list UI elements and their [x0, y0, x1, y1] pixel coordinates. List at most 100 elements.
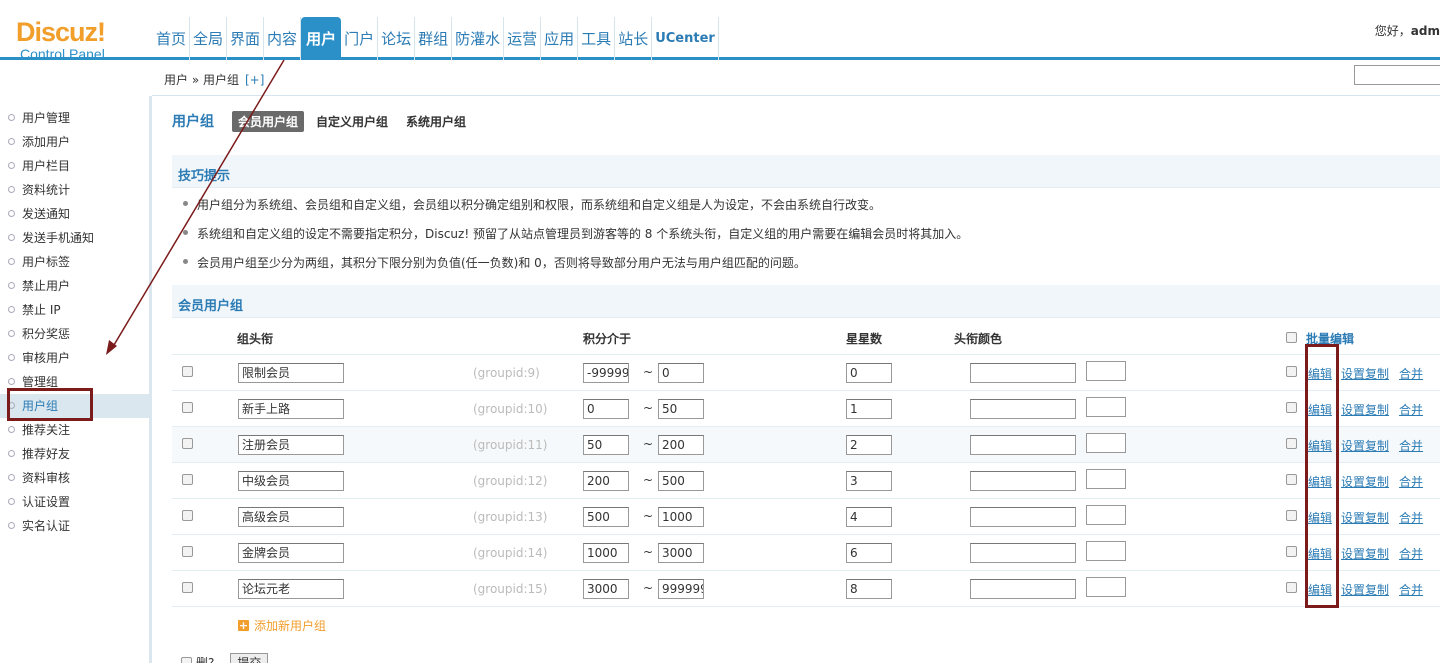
- sidebar-item-8[interactable]: 禁止 IP: [0, 298, 149, 322]
- edit-link[interactable]: 编辑: [1308, 365, 1332, 382]
- stars-input[interactable]: 8: [846, 579, 892, 599]
- group-title-input[interactable]: 中级会员: [238, 471, 344, 491]
- merge-link[interactable]: 合并: [1399, 401, 1423, 418]
- row-delete-checkbox[interactable]: [182, 546, 193, 557]
- credits-min-input[interactable]: 3000: [583, 579, 629, 599]
- merge-link[interactable]: 合并: [1399, 473, 1423, 490]
- title-color-input[interactable]: [970, 363, 1076, 383]
- copy-settings-link[interactable]: 设置复制: [1341, 581, 1389, 598]
- delete-all-checkbox[interactable]: [181, 656, 192, 663]
- nav-item-12[interactable]: 站长: [615, 17, 653, 60]
- sidebar-item-1[interactable]: 添加用户: [0, 130, 149, 154]
- copy-settings-link[interactable]: 设置复制: [1341, 473, 1389, 490]
- nav-item-8[interactable]: 防灌水: [452, 17, 505, 60]
- sidebar-item-12[interactable]: 用户组: [0, 394, 152, 418]
- row-batch-checkbox[interactable]: [1286, 582, 1297, 593]
- nav-item-0[interactable]: 首页: [153, 17, 191, 60]
- sidebar-item-15[interactable]: 资料审核: [0, 466, 149, 490]
- sidebar-item-6[interactable]: 用户标签: [0, 250, 149, 274]
- credits-max-input[interactable]: 500: [658, 471, 704, 491]
- add-group-button[interactable]: + 添加新用户组: [238, 617, 326, 634]
- row-delete-checkbox[interactable]: [182, 438, 193, 449]
- stars-input[interactable]: 3: [846, 471, 892, 491]
- nav-item-3[interactable]: 内容: [264, 17, 302, 60]
- nav-item-1[interactable]: 全局: [190, 17, 228, 60]
- copy-settings-link[interactable]: 设置复制: [1341, 545, 1389, 562]
- nav-item-2[interactable]: 界面: [227, 17, 265, 60]
- group-title-input[interactable]: 论坛元老: [238, 579, 344, 599]
- edit-link[interactable]: 编辑: [1308, 473, 1332, 490]
- sidebar-item-7[interactable]: 禁止用户: [0, 274, 149, 298]
- nav-item-5[interactable]: 门户: [341, 17, 379, 60]
- credits-max-input[interactable]: 999999: [658, 579, 704, 599]
- nav-item-7[interactable]: 群组: [415, 17, 453, 60]
- title-color-input[interactable]: [970, 399, 1076, 419]
- credits-min-input[interactable]: -999999: [583, 363, 629, 383]
- edit-link[interactable]: 编辑: [1308, 437, 1332, 454]
- merge-link[interactable]: 合并: [1399, 545, 1423, 562]
- group-title-input[interactable]: 注册会员: [238, 435, 344, 455]
- color-picker-swatch[interactable]: [1086, 541, 1126, 561]
- sidebar-item-16[interactable]: 认证设置: [0, 490, 149, 514]
- credits-max-input[interactable]: 0: [658, 363, 704, 383]
- credits-min-input[interactable]: 50: [583, 435, 629, 455]
- batch-edit-checkbox[interactable]: [1286, 332, 1297, 343]
- nav-item-10[interactable]: 应用: [541, 17, 579, 60]
- sidebar-item-14[interactable]: 推荐好友: [0, 442, 149, 466]
- row-batch-checkbox[interactable]: [1286, 546, 1297, 557]
- merge-link[interactable]: 合并: [1399, 437, 1423, 454]
- row-batch-checkbox[interactable]: [1286, 402, 1297, 413]
- username[interactable]: adm: [1411, 24, 1440, 38]
- submit-button[interactable]: 提交: [230, 653, 269, 663]
- credits-min-input[interactable]: 1000: [583, 543, 629, 563]
- row-delete-checkbox[interactable]: [182, 510, 193, 521]
- color-picker-swatch[interactable]: [1086, 361, 1126, 381]
- copy-settings-link[interactable]: 设置复制: [1341, 365, 1389, 382]
- credits-min-input[interactable]: 500: [583, 507, 629, 527]
- group-title-input[interactable]: 新手上路: [238, 399, 344, 419]
- stars-input[interactable]: 6: [846, 543, 892, 563]
- color-picker-swatch[interactable]: [1086, 469, 1126, 489]
- credits-min-input[interactable]: 200: [583, 471, 629, 491]
- batch-edit-label[interactable]: 批量编辑: [1306, 330, 1354, 347]
- credits-max-input[interactable]: 50: [658, 399, 704, 419]
- row-delete-checkbox[interactable]: [182, 366, 193, 377]
- color-picker-swatch[interactable]: [1086, 397, 1126, 417]
- edit-link[interactable]: 编辑: [1308, 401, 1332, 418]
- copy-settings-link[interactable]: 设置复制: [1341, 437, 1389, 454]
- sidebar-item-11[interactable]: 管理组: [0, 370, 149, 394]
- title-color-input[interactable]: [970, 435, 1076, 455]
- row-delete-checkbox[interactable]: [182, 474, 193, 485]
- sidebar-item-3[interactable]: 资料统计: [0, 178, 149, 202]
- group-title-input[interactable]: 限制会员: [238, 363, 344, 383]
- color-picker-swatch[interactable]: [1086, 505, 1126, 525]
- sidebar-item-10[interactable]: 审核用户: [0, 346, 149, 370]
- color-picker-swatch[interactable]: [1086, 433, 1126, 453]
- nav-item-6[interactable]: 论坛: [378, 17, 416, 60]
- sidebar-item-0[interactable]: 用户管理: [0, 106, 149, 130]
- sidebar-item-4[interactable]: 发送通知: [0, 202, 149, 226]
- stars-input[interactable]: 0: [846, 363, 892, 383]
- title-color-input[interactable]: [970, 507, 1076, 527]
- merge-link[interactable]: 合并: [1399, 581, 1423, 598]
- edit-link[interactable]: 编辑: [1308, 545, 1332, 562]
- row-delete-checkbox[interactable]: [182, 582, 193, 593]
- credits-min-input[interactable]: 0: [583, 399, 629, 419]
- tab-2[interactable]: 系统用户组: [400, 111, 472, 132]
- logo[interactable]: Discuz! Control Panel: [16, 18, 136, 62]
- sidebar-item-17[interactable]: 实名认证: [0, 514, 149, 538]
- tab-0[interactable]: 会员用户组: [232, 110, 305, 132]
- sidebar-item-13[interactable]: 推荐关注: [0, 418, 149, 442]
- credits-max-input[interactable]: 1000: [658, 507, 704, 527]
- row-batch-checkbox[interactable]: [1286, 438, 1297, 449]
- tab-1[interactable]: 自定义用户组: [310, 111, 394, 132]
- merge-link[interactable]: 合并: [1399, 365, 1423, 382]
- row-batch-checkbox[interactable]: [1286, 366, 1297, 377]
- group-title-input[interactable]: 高级会员: [238, 507, 344, 527]
- stars-input[interactable]: 1: [846, 399, 892, 419]
- credits-max-input[interactable]: 3000: [658, 543, 704, 563]
- row-batch-checkbox[interactable]: [1286, 510, 1297, 521]
- copy-settings-link[interactable]: 设置复制: [1341, 509, 1389, 526]
- sidebar-item-9[interactable]: 积分奖惩: [0, 322, 149, 346]
- search-input[interactable]: [1354, 65, 1440, 85]
